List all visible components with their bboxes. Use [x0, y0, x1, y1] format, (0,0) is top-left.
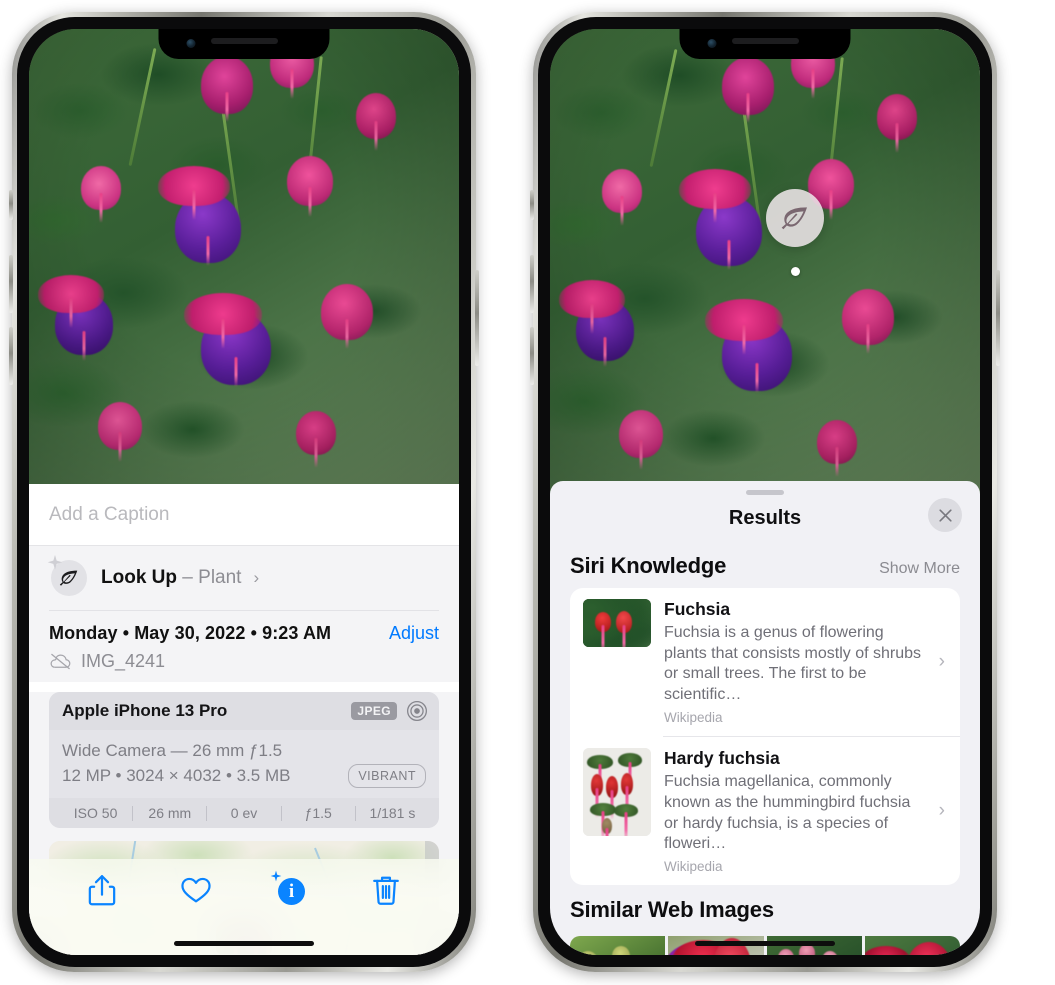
look-up-dash: –	[182, 567, 193, 588]
photo-viewer[interactable]	[550, 29, 980, 494]
volume-down-button[interactable]	[9, 327, 13, 385]
format-badge: JPEG	[351, 702, 397, 720]
photo-viewer[interactable]	[29, 29, 459, 484]
device-notch	[679, 29, 851, 59]
device-notch	[158, 29, 330, 59]
volume-down-button[interactable]	[530, 327, 534, 385]
knowledge-source: Wikipedia	[664, 710, 723, 726]
iphone-left-device: Add a Caption Look Up – Plant › Monday •…	[9, 12, 479, 972]
knowledge-title: Hardy fuchsia	[664, 748, 780, 769]
lens-spec: Wide Camera — 26 mm ƒ1.5	[62, 741, 283, 760]
fuchsia-photo	[29, 29, 459, 484]
knowledge-title: Fuchsia	[664, 599, 731, 619]
iphone-right-device: Results Siri Knowledge Show More Fuchsia…	[530, 12, 1000, 972]
volume-up-button[interactable]	[530, 255, 534, 313]
knowledge-description: Fuchsia is a genus of flowering plants t…	[664, 623, 921, 704]
camera-info-card[interactable]: Apple iPhone 13 Pro JPEG Wide Camera — 2…	[49, 692, 439, 829]
exif-row: ISO 50 26 mm 0 ev ƒ1.5 1/181 s	[49, 798, 439, 829]
mute-switch[interactable]	[9, 190, 13, 220]
camera-card-body: Wide Camera — 26 mm ƒ1.5 12 MP • 3024 × …	[49, 730, 439, 799]
chevron-right-icon: ›	[938, 800, 945, 822]
exif-aperture: ƒ1.5	[304, 805, 332, 822]
home-indicator[interactable]	[174, 941, 314, 946]
fuchsia-photo	[550, 29, 980, 494]
power-button[interactable]	[996, 270, 1000, 366]
device-bezel: Add a Caption Look Up – Plant › Monday •…	[17, 17, 471, 967]
siri-knowledge-title: Siri Knowledge	[570, 553, 727, 578]
visual-lookup-leaf-badge[interactable]	[766, 189, 824, 247]
look-up-text: Look Up	[101, 567, 177, 588]
exif-focal: 26 mm	[148, 805, 192, 822]
knowledge-text: Fuchsia Fuchsia is a genus of flowering …	[664, 599, 926, 725]
results-sheet: Results Siri Knowledge Show More Fuchsia…	[550, 481, 980, 955]
camera-device-name: Apple iPhone 13 Pro	[62, 701, 228, 720]
heart-icon[interactable]	[180, 873, 212, 907]
leaf-icon	[781, 207, 807, 230]
similar-web-images-header: Similar Web Images	[550, 885, 980, 927]
right-screen: Results Siri Knowledge Show More Fuchsia…	[550, 29, 980, 955]
info-icon: i	[278, 878, 305, 905]
mute-switch[interactable]	[530, 190, 534, 220]
capture-date: Monday • May 30, 2022 • 9:23 AM	[49, 623, 332, 643]
file-name: IMG_4241	[81, 651, 166, 671]
camera-card-header: Apple iPhone 13 Pro JPEG	[49, 692, 439, 730]
share-icon[interactable]	[86, 873, 118, 907]
similar-web-images-title: Similar Web Images	[570, 897, 774, 923]
caption-input[interactable]: Add a Caption	[29, 484, 459, 546]
chevron-right-icon: ›	[938, 651, 945, 673]
icloud-slash-icon	[50, 653, 71, 670]
exif-shutter: 1/181 s	[369, 805, 416, 822]
leaf-icon	[47, 554, 87, 596]
camera-lens-icon	[407, 701, 427, 721]
web-image-1[interactable]	[570, 936, 666, 955]
results-title: Results	[728, 506, 802, 529]
home-indicator[interactable]	[695, 941, 835, 946]
show-more-button[interactable]: Show More	[879, 560, 960, 578]
knowledge-item-hardy-fuchsia[interactable]: Hardy fuchsia Fuchsia magellanica, commo…	[570, 737, 960, 885]
knowledge-description: Fuchsia magellanica, commonly known as t…	[664, 772, 911, 853]
visual-lookup-anchor-dot	[791, 267, 800, 276]
look-up-label: Look Up – Plant	[101, 567, 241, 589]
power-button[interactable]	[475, 270, 479, 366]
device-bezel: Results Siri Knowledge Show More Fuchsia…	[538, 17, 992, 967]
close-button[interactable]	[928, 498, 962, 532]
front-camera	[186, 39, 196, 48]
close-icon	[938, 508, 952, 522]
knowledge-source: Wikipedia	[664, 859, 723, 875]
look-up-subject: Plant	[198, 567, 242, 588]
web-image-4[interactable]	[864, 936, 960, 955]
info-button[interactable]: i	[270, 870, 308, 907]
adjust-button[interactable]: Adjust	[389, 623, 439, 644]
knowledge-item-fuchsia[interactable]: Fuchsia Fuchsia is a genus of flowering …	[570, 588, 960, 736]
exif-exposure: 0 ev	[230, 805, 258, 822]
sparkle-icon	[47, 554, 63, 570]
knowledge-thumbnail	[583, 748, 651, 837]
look-up-row[interactable]: Look Up – Plant ›	[29, 546, 459, 610]
image-size-spec: 12 MP • 3024 × 4032 • 3.5 MB	[62, 765, 291, 785]
front-camera	[707, 39, 717, 48]
volume-up-button[interactable]	[9, 255, 13, 313]
knowledge-thumbnail	[583, 599, 651, 647]
exif-iso: ISO 50	[73, 805, 118, 822]
left-screen: Add a Caption Look Up – Plant › Monday •…	[29, 29, 459, 955]
chevron-right-icon: ›	[253, 568, 260, 587]
earpiece-speaker	[210, 38, 278, 44]
siri-knowledge-card: Fuchsia Fuchsia is a genus of flowering …	[570, 588, 960, 886]
siri-knowledge-header: Siri Knowledge Show More	[550, 541, 980, 588]
metadata-block: Monday • May 30, 2022 • 9:23 AM Adjust I…	[29, 611, 459, 682]
style-badge: VIBRANT	[348, 763, 426, 789]
results-header: Results	[550, 495, 980, 541]
screenshot-canvas: Add a Caption Look Up – Plant › Monday •…	[0, 0, 1055, 985]
earpiece-speaker	[731, 38, 799, 44]
knowledge-text: Hardy fuchsia Fuchsia magellanica, commo…	[664, 748, 926, 874]
trash-icon[interactable]	[370, 873, 402, 907]
